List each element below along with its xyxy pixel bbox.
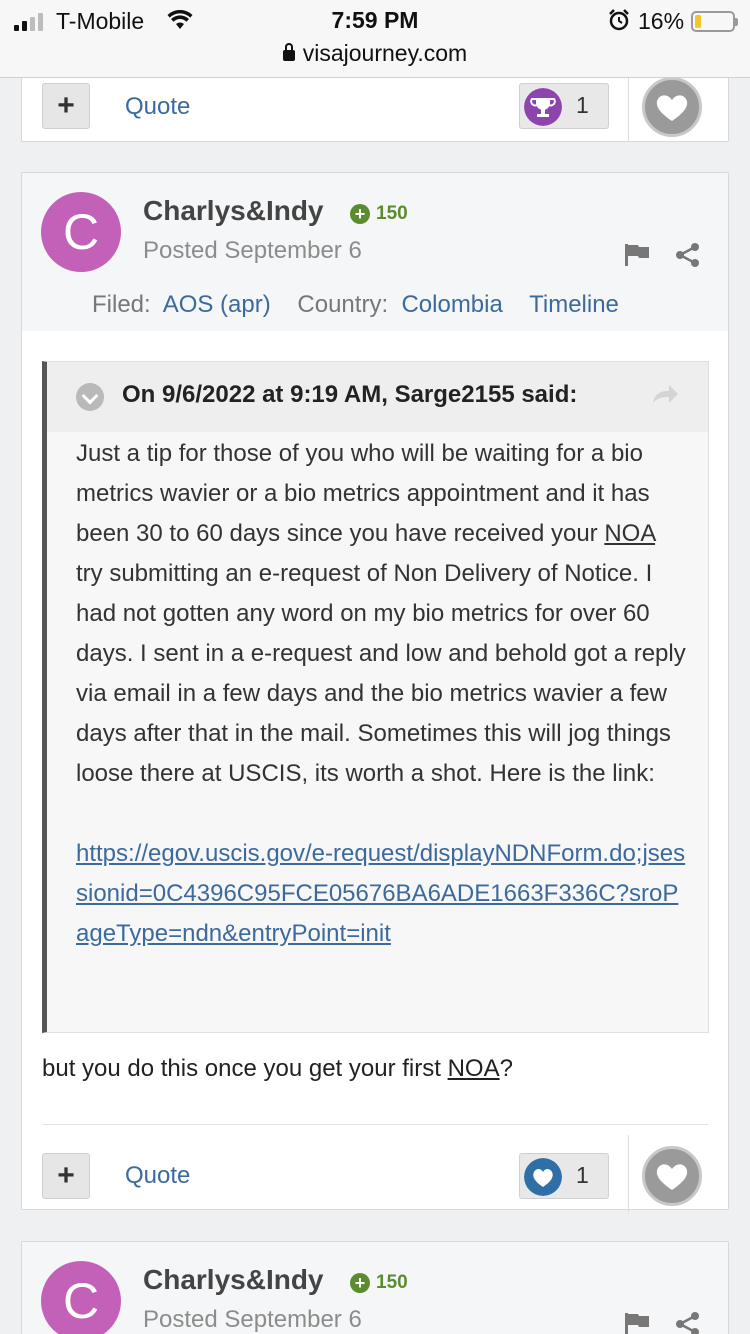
go-to-quote-icon[interactable]	[651, 383, 679, 405]
battery-percent: 16%	[638, 8, 685, 34]
reaction-count: 1	[576, 1162, 589, 1188]
share-icon[interactable]	[675, 1312, 701, 1334]
plus-icon: +	[350, 1273, 370, 1293]
reaction-count: 1	[576, 92, 589, 118]
collapse-toggle-icon[interactable]	[76, 383, 104, 411]
lock-icon	[282, 43, 295, 61]
reputation-badge: + 150	[350, 203, 408, 225]
quote-link[interactable]: https://egov.uscis.gov/e-request/display…	[76, 834, 686, 954]
next-forum-post: C Charlys&Indy + 150 Posted September 6	[21, 1241, 729, 1334]
battery-icon	[691, 11, 738, 32]
browser-status-bar: T-Mobile 7:59 PM 16% visajourney.com	[0, 0, 750, 78]
country-link[interactable]: Colombia	[401, 291, 502, 318]
reputation-count: 150	[376, 203, 408, 224]
quote-body: Just a tip for those of you who will be …	[76, 434, 686, 954]
author-name[interactable]: Charlys&Indy	[143, 1264, 324, 1296]
like-button[interactable]	[642, 77, 702, 137]
post-content: but you do this once you get your first …	[42, 1055, 513, 1083]
reputation-count: 150	[376, 1272, 408, 1293]
flag-icon[interactable]	[624, 1312, 650, 1334]
like-button[interactable]	[642, 1146, 702, 1206]
post-header: C Charlys&Indy + 150 Posted September 6 …	[22, 173, 728, 331]
forum-post: C Charlys&Indy + 150 Posted September 6 …	[21, 172, 729, 1213]
reply-text-1: but you do this once you get your first	[42, 1055, 448, 1082]
filed-link[interactable]: AOS (apr)	[163, 291, 271, 318]
multiquote-button[interactable]: +	[42, 83, 90, 129]
url-text: visajourney.com	[302, 40, 468, 66]
quote-button[interactable]: Quote	[125, 1162, 190, 1190]
flag-icon[interactable]	[624, 243, 650, 267]
share-icon[interactable]	[675, 243, 701, 267]
reputation-badge: + 150	[350, 1272, 408, 1294]
divider	[628, 1135, 629, 1213]
avatar[interactable]: C	[41, 1261, 121, 1334]
quote-header: On 9/6/2022 at 9:19 AM, Sarge2155 said:	[47, 362, 708, 432]
quote-text-2: try submitting an e-request of Non Deliv…	[76, 560, 686, 787]
alarm-icon	[609, 9, 629, 31]
quote-citation: On 9/6/2022 at 9:19 AM, Sarge2155 said:	[122, 381, 578, 408]
like-heart-icon	[524, 1158, 562, 1196]
post-header: C Charlys&Indy + 150 Posted September 6	[22, 1242, 728, 1334]
plus-icon: +	[350, 204, 370, 224]
multiquote-button[interactable]: +	[42, 1153, 90, 1199]
heart-icon	[656, 95, 688, 121]
posted-date[interactable]: Posted September 6	[143, 1306, 362, 1334]
filed-label: Filed:	[92, 291, 151, 318]
heart-icon	[656, 1164, 688, 1190]
trophy-icon	[524, 88, 562, 126]
author-name[interactable]: Charlys&Indy	[143, 195, 324, 227]
quote-text-1: Just a tip for those of you who will be …	[76, 440, 650, 547]
reaction-summary[interactable]: 1	[519, 83, 609, 129]
post-actions: + Quote 1	[22, 1125, 728, 1213]
reply-noa-abbr: NOA	[447, 1055, 500, 1082]
quoted-post: On 9/6/2022 at 9:19 AM, Sarge2155 said: …	[42, 361, 709, 1033]
noa-abbr: NOA	[604, 520, 656, 547]
country-label: Country:	[297, 291, 389, 318]
reply-text-2: ?	[499, 1055, 513, 1082]
timeline-link[interactable]: Timeline	[529, 291, 619, 318]
reaction-summary[interactable]: 1	[519, 1153, 609, 1199]
url-bar[interactable]: visajourney.com	[0, 40, 750, 67]
member-meta: Filed: AOS (apr) Country: Colombia Timel…	[92, 291, 619, 319]
posted-date[interactable]: Posted September 6	[143, 237, 362, 265]
avatar[interactable]: C	[41, 192, 121, 272]
quote-button[interactable]: Quote	[125, 93, 190, 121]
